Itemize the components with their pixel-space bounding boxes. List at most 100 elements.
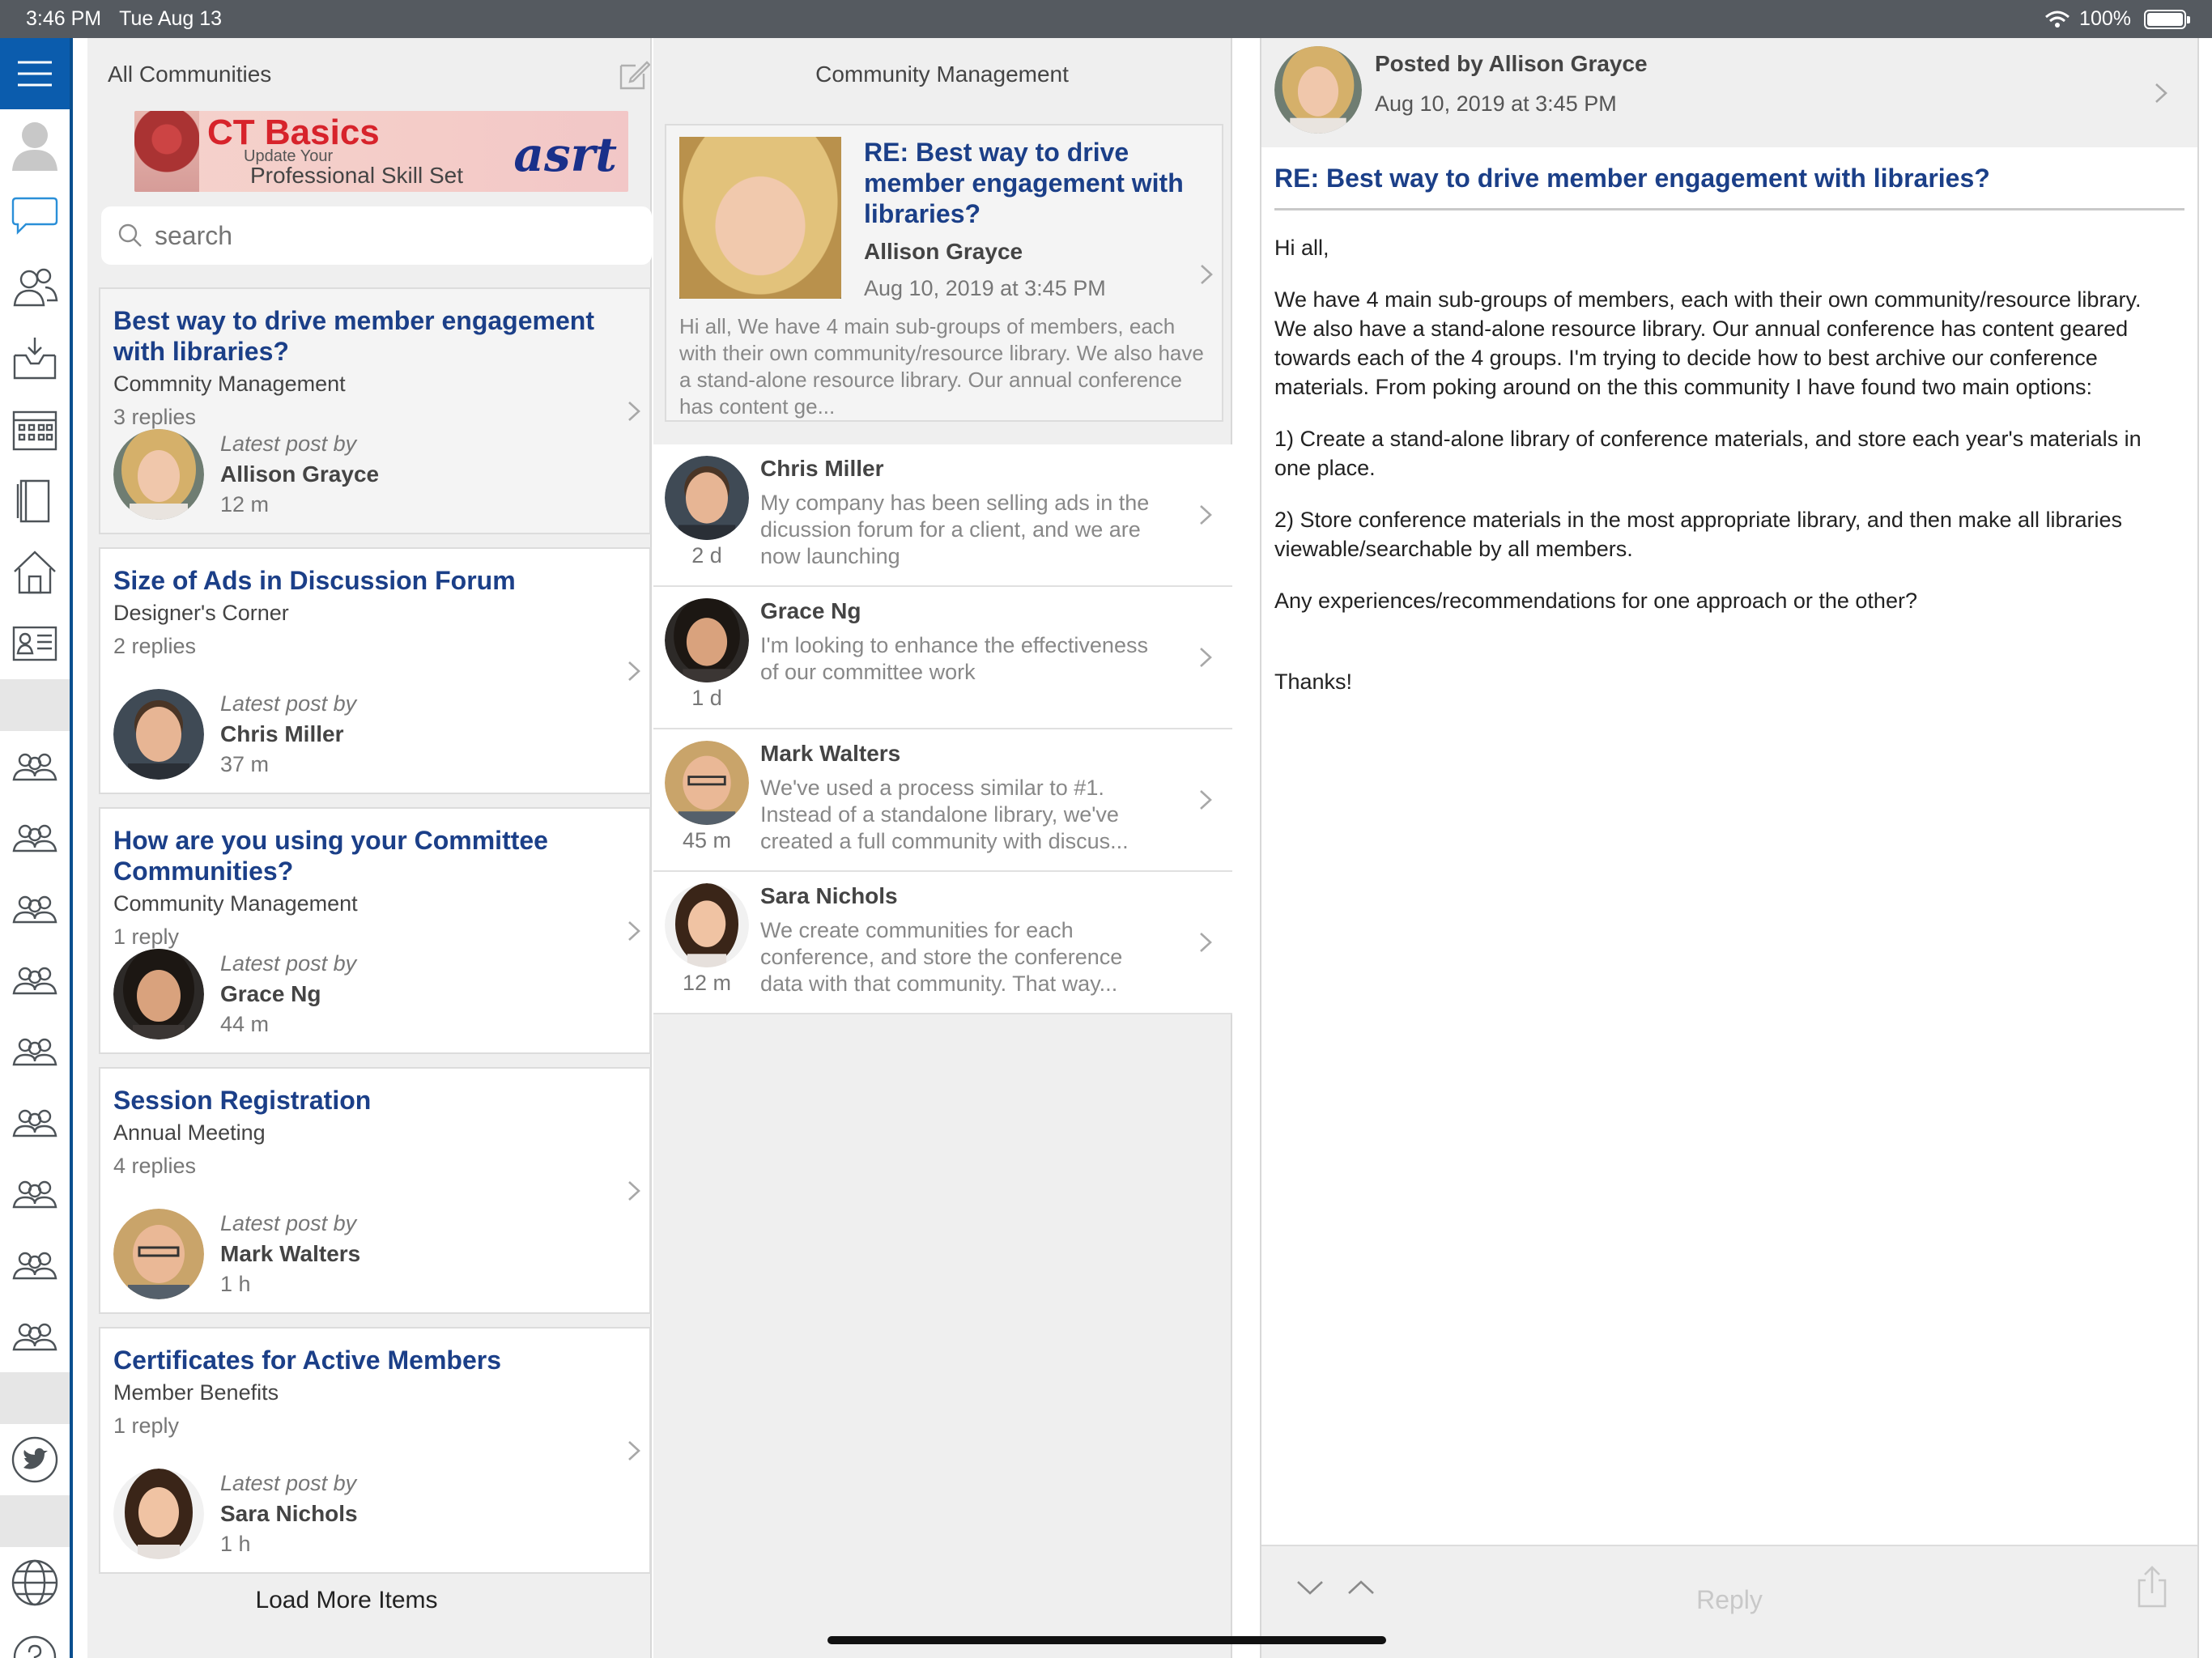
reply-item[interactable]: 12 m Sara Nichols We create communities …	[653, 872, 1232, 1014]
thread-item[interactable]: Certificates for Active Members Member B…	[99, 1327, 651, 1574]
thread-item[interactable]: Best way to drive member engagement with…	[99, 287, 651, 534]
book-icon	[16, 479, 50, 523]
home-button[interactable]	[0, 537, 70, 608]
latest-meta: Latest post by Mark Walters 1 h	[220, 1211, 360, 1297]
thread-community: Member Benefits	[113, 1380, 279, 1405]
thread-community: Commnity Management	[113, 372, 346, 396]
avatar	[665, 883, 749, 967]
root-post[interactable]: RE: Best way to drive member engagement …	[665, 124, 1223, 422]
thread-item[interactable]: Session Registration Annual Meeting 4 re…	[99, 1067, 651, 1314]
home-icon	[14, 551, 56, 594]
community-icon	[12, 1323, 57, 1351]
inbox-button[interactable]	[0, 323, 70, 394]
root-post-photo	[679, 137, 841, 299]
latest-label: Latest post by	[220, 1211, 357, 1235]
help-icon	[13, 1635, 57, 1658]
contacts-icon	[13, 268, 58, 307]
thread-latest-post: Latest post by Allison Grayce 12 m	[113, 429, 379, 520]
community-button-1[interactable]	[0, 731, 70, 802]
avatar	[113, 1209, 204, 1299]
list-header: All Communities	[87, 38, 651, 111]
community-button-2[interactable]	[0, 802, 70, 874]
latest-author: Allison Grayce	[220, 461, 380, 487]
load-more-button[interactable]: Load More Items	[87, 1587, 606, 1614]
ad-banner[interactable]: CT Basics Update Your Professional Skill…	[134, 111, 628, 192]
avatar	[665, 456, 749, 540]
reply-item[interactable]: 1 d Grace Ng I'm looking to enhance the …	[653, 587, 1232, 729]
thread-latest-post: Latest post by Chris Miller 37 m	[113, 689, 356, 780]
menu-icon	[18, 61, 52, 87]
post-paragraph: Hi all,	[1274, 236, 1329, 260]
avatar	[113, 689, 204, 780]
community-button-5[interactable]	[0, 1016, 70, 1087]
contacts-button[interactable]	[0, 252, 70, 323]
latest-author: Sara Nichols	[220, 1501, 358, 1526]
post-body: Hi all, We have 4 main sub-groups of mem…	[1261, 210, 2176, 742]
website-button[interactable]	[0, 1547, 70, 1618]
reply-author: Grace Ng	[760, 598, 861, 623]
thread-reply-count: 3 replies	[113, 405, 197, 429]
thread-list: Best way to drive member engagement with…	[99, 287, 651, 1587]
help-button[interactable]	[0, 1618, 70, 1658]
thread-item[interactable]: Size of Ads in Discussion Forum Designer…	[99, 547, 651, 794]
search-input[interactable]	[155, 220, 608, 251]
chevron-right-icon	[1199, 263, 1214, 290]
reply-excerpt: We create communities for each conferenc…	[760, 918, 1123, 996]
calendar-button[interactable]	[0, 394, 70, 466]
search-bar[interactable]	[101, 206, 652, 265]
thread-title: How are you using your Committee Communi…	[113, 826, 548, 886]
community-button-8[interactable]	[0, 1230, 70, 1301]
wifi-icon	[2045, 11, 2070, 28]
chevron-right-icon	[627, 920, 641, 946]
latest-author: Chris Miller	[220, 721, 344, 746]
chevron-right-icon	[627, 400, 641, 427]
rail-separator	[0, 679, 70, 731]
avatar	[113, 429, 204, 520]
library-button[interactable]	[0, 466, 70, 537]
thread-title: Size of Ads in Discussion Forum	[113, 566, 516, 595]
banner-line2: Professional Skill Set	[250, 163, 464, 188]
post-date: Aug 10, 2019 at 3:45 PM	[1375, 91, 1617, 116]
community-icon	[12, 1252, 57, 1280]
avatar	[113, 949, 204, 1039]
community-button-7[interactable]	[0, 1158, 70, 1230]
post-title: RE: Best way to drive member engagement …	[1274, 164, 2184, 210]
chevron-right-icon	[1198, 504, 1213, 530]
thread-title: Session Registration	[113, 1086, 372, 1115]
post-paragraph: Thanks!	[1274, 670, 1353, 694]
chevron-right-icon	[627, 1439, 641, 1466]
profile-button[interactable]	[0, 109, 70, 181]
chevron-right-icon	[1198, 931, 1213, 958]
thread-latest-post: Latest post by Mark Walters 1 h	[113, 1209, 360, 1299]
post-paragraph: 2) Store conference materials in the mos…	[1274, 508, 2123, 561]
community-icon	[12, 1180, 57, 1209]
share-button[interactable]	[2136, 1566, 2168, 1612]
latest-author: Mark Walters	[220, 1241, 361, 1266]
avatar	[665, 598, 749, 682]
menu-button[interactable]	[0, 38, 70, 109]
community-button-9[interactable]	[0, 1301, 70, 1372]
latest-label: Latest post by	[220, 951, 357, 976]
root-post-date: Aug 10, 2019 at 3:45 PM	[864, 276, 1106, 300]
reply-button[interactable]: Reply	[1261, 1585, 2197, 1615]
directory-button[interactable]	[0, 608, 70, 679]
latest-meta: Latest post by Grace Ng 44 m	[220, 951, 356, 1037]
twitter-button[interactable]	[0, 1424, 70, 1495]
community-icon	[12, 753, 57, 781]
profile-icon	[12, 122, 57, 171]
community-button-6[interactable]	[0, 1087, 70, 1158]
reply-item[interactable]: 45 m Mark Walters We've used a process s…	[653, 729, 1232, 872]
reply-excerpt: I'm looking to enhance the effectiveness…	[760, 633, 1148, 684]
community-button-3[interactable]	[0, 874, 70, 945]
post-author-header[interactable]: Posted by Allison Grayce Aug 10, 2019 at…	[1261, 38, 2197, 147]
community-icon	[12, 895, 57, 924]
compose-button[interactable]	[618, 59, 651, 97]
reply-item[interactable]: 2 d Chris Miller My company has been sel…	[653, 444, 1232, 587]
discussions-button[interactable]	[0, 181, 70, 252]
rail-separator	[0, 1495, 70, 1547]
thread-reply-count: 1 reply	[113, 925, 180, 949]
chevron-right-icon	[1198, 646, 1213, 673]
community-button-4[interactable]	[0, 945, 70, 1016]
latest-meta: Latest post by Sara Nichols 1 h	[220, 1471, 358, 1557]
thread-item[interactable]: How are you using your Committee Communi…	[99, 807, 651, 1054]
